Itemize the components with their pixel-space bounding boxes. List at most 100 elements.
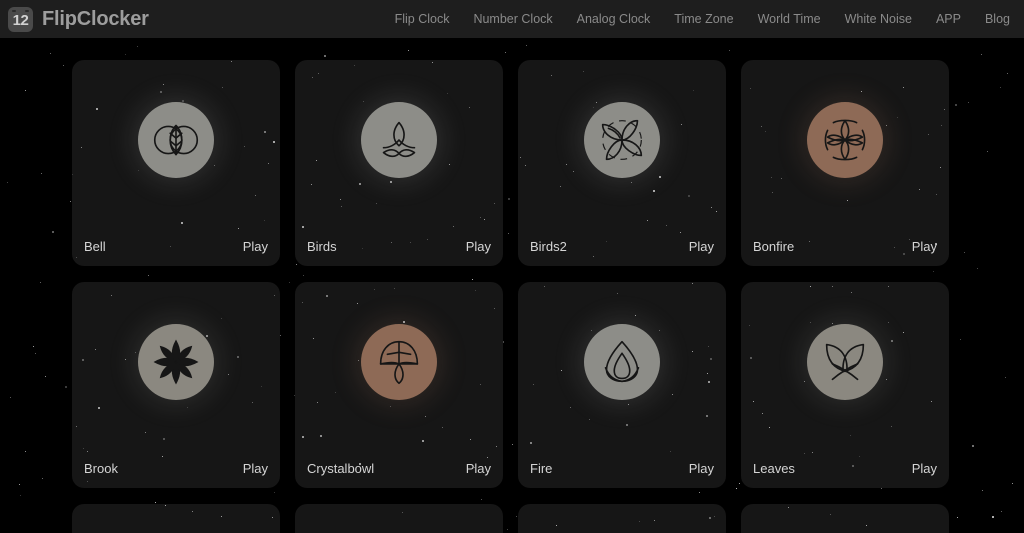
star — [519, 156, 521, 158]
card-starfield — [741, 504, 949, 533]
play-button[interactable]: Play — [912, 462, 937, 475]
star — [272, 517, 274, 518]
star — [679, 231, 681, 233]
star — [812, 451, 814, 453]
star — [764, 131, 766, 133]
star — [19, 484, 21, 486]
star — [111, 295, 113, 297]
star — [803, 452, 805, 454]
star — [672, 393, 674, 395]
star — [769, 426, 771, 428]
star — [830, 514, 832, 516]
sound-card-fire[interactable]: Fire Play — [518, 282, 726, 488]
nav-item-white-noise[interactable]: White Noise — [845, 13, 912, 26]
star — [340, 206, 342, 208]
sound-icon-wrap — [138, 102, 214, 178]
star — [163, 438, 166, 441]
star — [525, 45, 527, 47]
star — [353, 65, 355, 67]
nav-item-world-time[interactable]: World Time — [758, 13, 821, 26]
star — [687, 194, 690, 197]
star — [469, 107, 471, 109]
star — [891, 340, 894, 343]
nav-item-blog[interactable]: Blog — [985, 13, 1010, 26]
star — [693, 90, 695, 92]
star — [847, 199, 849, 201]
sound-icon-wrap — [361, 324, 437, 400]
sound-card-leaves[interactable]: Leaves Play — [741, 282, 949, 488]
play-button[interactable]: Play — [689, 240, 714, 253]
star — [999, 87, 1001, 89]
play-button[interactable]: Play — [912, 240, 937, 253]
star — [334, 392, 336, 394]
four-petal-flower-icon — [584, 102, 660, 178]
sound-card[interactable] — [518, 504, 726, 533]
star — [135, 352, 137, 354]
star — [780, 177, 782, 179]
play-button[interactable]: Play — [689, 462, 714, 475]
sound-card[interactable] — [741, 504, 949, 533]
sound-icon-wrap — [807, 102, 883, 178]
nav-item-number-clock[interactable]: Number Clock — [473, 13, 552, 26]
star — [301, 226, 304, 229]
star — [421, 439, 424, 442]
star — [931, 401, 933, 403]
play-button[interactable]: Play — [466, 462, 491, 475]
star — [886, 125, 888, 127]
nav-item-app[interactable]: APP — [936, 13, 961, 26]
star — [136, 45, 138, 47]
dome-tree-icon — [361, 324, 437, 400]
star — [41, 172, 43, 174]
sound-card-bell[interactable]: Bell Play — [72, 60, 280, 266]
star — [713, 516, 715, 518]
star — [885, 379, 887, 381]
play-button[interactable]: Play — [466, 240, 491, 253]
star — [654, 520, 656, 522]
nav-item-time-zone[interactable]: Time Zone — [674, 13, 733, 26]
star — [646, 220, 648, 222]
star — [753, 400, 755, 402]
star — [340, 199, 342, 201]
star — [628, 404, 630, 406]
sound-card-brook[interactable]: Brook Play — [72, 282, 280, 488]
star — [319, 435, 322, 438]
star — [982, 489, 983, 491]
star — [483, 218, 485, 220]
star — [162, 84, 164, 86]
sound-card-birds2[interactable]: Birds2 Play — [518, 60, 726, 266]
star — [9, 397, 11, 399]
brand-link[interactable]: 12 FlipClocker — [8, 6, 149, 32]
nav-item-flip-clock[interactable]: Flip Clock — [395, 13, 450, 26]
sound-icon-wrap — [584, 102, 660, 178]
sound-card-crystalbowl[interactable]: Crystalbowl Play — [295, 282, 503, 488]
star — [474, 290, 476, 292]
card-title: Bonfire — [753, 238, 795, 254]
star — [263, 130, 266, 133]
play-button[interactable]: Play — [243, 462, 268, 475]
star — [81, 358, 84, 361]
star — [124, 54, 126, 56]
star — [70, 201, 72, 203]
star — [1005, 376, 1007, 378]
sound-card-birds[interactable]: Birds Play — [295, 60, 503, 266]
star — [357, 303, 359, 305]
star — [709, 357, 712, 360]
nav-item-analog-clock[interactable]: Analog Clock — [577, 13, 651, 26]
sound-card[interactable] — [72, 504, 280, 533]
star — [222, 87, 224, 89]
card-footer: Fire Play — [518, 458, 726, 478]
star — [494, 308, 496, 310]
star — [903, 86, 905, 88]
logo-digits: 12 — [12, 11, 29, 29]
star — [316, 160, 318, 162]
star — [669, 451, 671, 453]
star — [760, 125, 762, 127]
sound-card-bonfire[interactable]: Bonfire Play — [741, 60, 949, 266]
star — [251, 401, 253, 403]
star — [625, 423, 628, 426]
star — [890, 426, 892, 428]
play-button[interactable]: Play — [243, 240, 268, 253]
star — [707, 372, 709, 374]
sound-card[interactable] — [295, 504, 503, 533]
star — [936, 194, 938, 196]
